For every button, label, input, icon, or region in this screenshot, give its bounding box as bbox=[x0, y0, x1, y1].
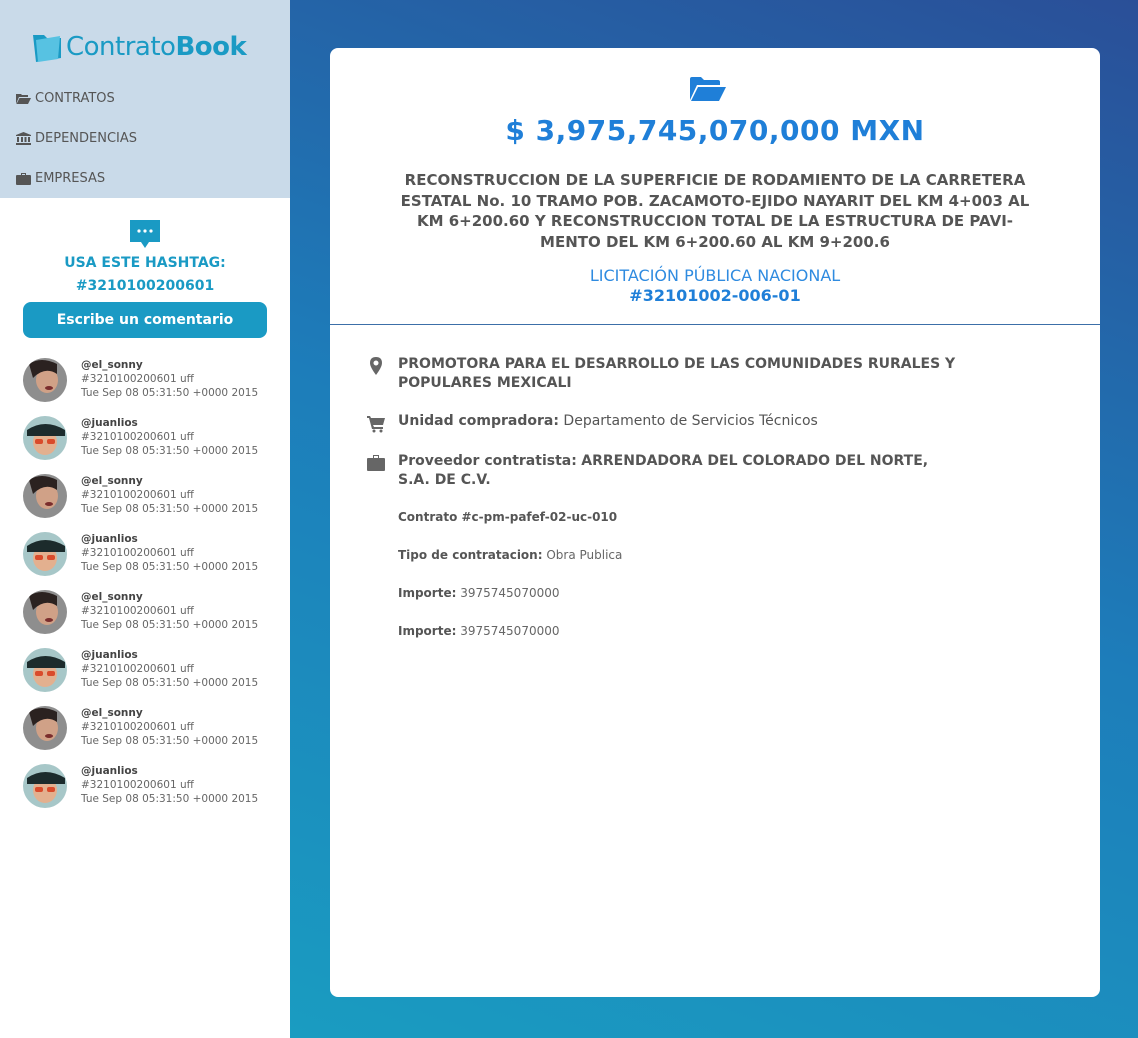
avatar[interactable] bbox=[23, 706, 67, 750]
dependencia-row: PROMOTORA PARA EL DESARROLLO DE LAS COMU… bbox=[366, 355, 966, 393]
hashtag-block: USA ESTE HASHTAG: #3210100200601 bbox=[0, 218, 290, 296]
nav-item-contratos[interactable]: CONTRATOS bbox=[16, 88, 137, 108]
avatar[interactable] bbox=[23, 358, 67, 402]
avatar[interactable] bbox=[23, 474, 67, 518]
book-logo-icon bbox=[33, 35, 61, 62]
main-area: $ 3,975,745,070,000 MXN RECONSTRUCCION D… bbox=[290, 0, 1138, 1038]
main-nav: CONTRATOS DEPENDENCIAS EMPRESAS bbox=[16, 88, 137, 208]
nav-item-label: EMPRESAS bbox=[35, 170, 106, 186]
comment-user[interactable]: @el_sonny bbox=[81, 706, 258, 720]
contract-card: $ 3,975,745,070,000 MXN RECONSTRUCCION D… bbox=[330, 48, 1100, 997]
comment-item: @el_sonny #3210100200601 uff Tue Sep 08 05… bbox=[23, 706, 283, 764]
folder-open-icon bbox=[16, 93, 31, 104]
logo[interactable]: ContratoBook bbox=[30, 30, 247, 64]
comment-item: @juanlios #3210100200601 uff Tue Sep 08 05… bbox=[23, 648, 283, 706]
comment-body: #3210100200601 uff bbox=[81, 373, 194, 385]
avatar[interactable] bbox=[23, 648, 67, 692]
comment-time: Tue Sep 08 05:31:50 +0000 2015 bbox=[81, 387, 259, 399]
comment-user[interactable]: @el_sonny bbox=[81, 358, 258, 372]
comment-time: Tue Sep 08 05:31:50 +0000 2015 bbox=[81, 561, 259, 573]
importe: Importe: 3975745070000 bbox=[398, 586, 560, 600]
comment-item: @el_sonny #3210100200601 uff Tue Sep 08 05… bbox=[23, 474, 283, 532]
licitacion-type: LICITACIÓN PÚBLICA NACIONAL bbox=[589, 266, 841, 285]
comment-body: #3210100200601 uff bbox=[81, 431, 194, 443]
comment-body: #3210100200601 uff bbox=[81, 547, 194, 559]
comment-item: @el_sonny #3210100200601 uff Tue Sep 08 05… bbox=[23, 358, 283, 416]
comment-time: Tue Sep 08 05:31:50 +0000 2015 bbox=[81, 735, 259, 747]
comment-user[interactable]: @juanlios bbox=[81, 764, 258, 778]
comment-list: @el_sonny #3210100200601 uff Tue Sep 08 05… bbox=[23, 358, 283, 822]
contract-description: RECONSTRUCCION DE LA SUPERFICIE DE RODAM… bbox=[400, 171, 1030, 251]
comment-time: Tue Sep 08 05:31:50 +0000 2015 bbox=[81, 445, 259, 457]
proveedor-row: Proveedor contratista: ARRENDADORA DEL C… bbox=[366, 452, 966, 490]
briefcase-icon bbox=[16, 172, 31, 185]
comment-user[interactable]: @juanlios bbox=[81, 532, 258, 546]
unidad-label: Unidad compradora: bbox=[398, 413, 559, 429]
chat-bubble-icon bbox=[130, 220, 160, 248]
unidad-value: Departamento de Servicios Técnicos bbox=[563, 413, 818, 429]
comment-body: #3210100200601 uff bbox=[81, 663, 194, 675]
map-marker-icon bbox=[370, 357, 382, 375]
nav-item-dependencias[interactable]: DEPENDENCIAS bbox=[16, 128, 137, 148]
nav-item-label: CONTRATOS bbox=[35, 90, 115, 106]
hashtag-title: USA ESTE HASHTAG: bbox=[64, 255, 226, 271]
bank-icon bbox=[16, 131, 31, 145]
licitacion-number: #32101002-006-01 bbox=[629, 286, 801, 305]
unidad-row: Unidad compradora: Departamento de Servi… bbox=[366, 412, 966, 433]
comment-user[interactable]: @el_sonny bbox=[81, 474, 258, 488]
sidebar: ContratoBook CONTRATOS DEPENDENCIAS EMPR… bbox=[0, 0, 290, 1038]
tipo-contratacion: Tipo de contratacion: Obra Publica bbox=[398, 548, 623, 562]
comment-item: @juanlios #3210100200601 uff Tue Sep 08 05… bbox=[23, 416, 283, 474]
comment-user[interactable]: @el_sonny bbox=[81, 590, 258, 604]
contract-amount: $ 3,975,745,070,000 MXN bbox=[505, 114, 925, 147]
comment-body: #3210100200601 uff bbox=[81, 489, 194, 501]
comment-time: Tue Sep 08 05:31:50 +0000 2015 bbox=[81, 503, 259, 515]
comment-item: @el_sonny #3210100200601 uff Tue Sep 08 05… bbox=[23, 590, 283, 648]
avatar[interactable] bbox=[23, 532, 67, 576]
sidebar-header: ContratoBook CONTRATOS DEPENDENCIAS EMPR… bbox=[0, 0, 290, 198]
nav-item-label: DEPENDENCIAS bbox=[35, 130, 138, 146]
comment-time: Tue Sep 08 05:31:50 +0000 2015 bbox=[81, 677, 259, 689]
comment-body: #3210100200601 uff bbox=[81, 779, 194, 791]
brand-name: ContratoBook bbox=[66, 32, 247, 62]
contract-header: $ 3,975,745,070,000 MXN RECONSTRUCCION D… bbox=[330, 48, 1100, 325]
dependencia-name[interactable]: PROMOTORA PARA EL DESARROLLO DE LAS COMU… bbox=[398, 356, 955, 391]
comment-time: Tue Sep 08 05:31:50 +0000 2015 bbox=[81, 619, 259, 631]
contract-details: PROMOTORA PARA EL DESARROLLO DE LAS COMU… bbox=[366, 355, 966, 661]
avatar[interactable] bbox=[23, 590, 67, 634]
avatar[interactable] bbox=[23, 416, 67, 460]
contrato-number: Contrato #c-pm-pafef-02-uc-010 bbox=[398, 510, 618, 524]
avatar[interactable] bbox=[23, 764, 67, 808]
briefcase-icon bbox=[367, 455, 385, 471]
hashtag-value: #3210100200601 bbox=[75, 278, 215, 294]
comment-user[interactable]: @juanlios bbox=[81, 416, 258, 430]
importe-2: Importe: 3975745070000 bbox=[398, 624, 560, 638]
comment-body: #3210100200601 uff bbox=[81, 721, 194, 733]
comment-user[interactable]: @juanlios bbox=[81, 648, 258, 662]
write-comment-button[interactable]: Escribe un comentario bbox=[23, 302, 267, 338]
proveedor-label: Proveedor contratista: bbox=[398, 453, 577, 469]
comment-item: @juanlios #3210100200601 uff Tue Sep 08 05… bbox=[23, 764, 283, 822]
comment-time: Tue Sep 08 05:31:50 +0000 2015 bbox=[81, 793, 259, 805]
folder-open-icon bbox=[690, 77, 726, 101]
comment-item: @juanlios #3210100200601 uff Tue Sep 08 05… bbox=[23, 532, 283, 590]
comment-body: #3210100200601 uff bbox=[81, 605, 194, 617]
nav-item-empresas[interactable]: EMPRESAS bbox=[16, 168, 137, 188]
shopping-cart-icon bbox=[367, 416, 385, 433]
